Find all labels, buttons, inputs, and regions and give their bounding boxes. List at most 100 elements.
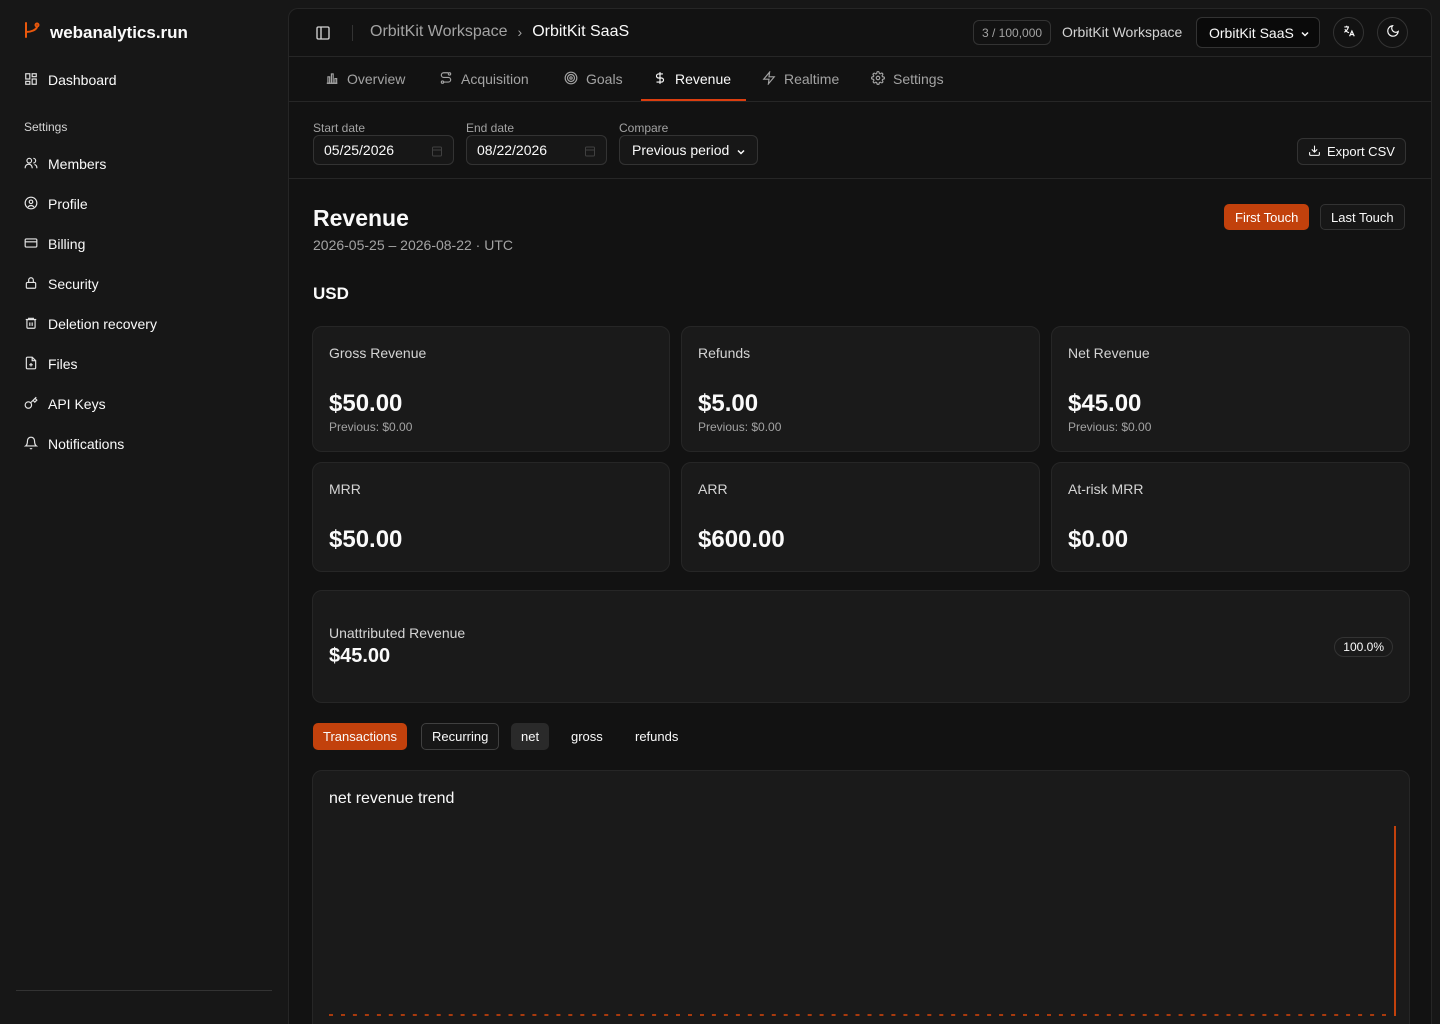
start-date-input[interactable]: 05/25/2026 [313, 135, 454, 165]
metric-previous: Previous: $0.00 [698, 420, 782, 434]
sidebar-item-billing[interactable]: Billing [24, 234, 85, 254]
chart-bar [1370, 1014, 1375, 1016]
tab-overview[interactable]: Overview [325, 57, 405, 101]
sidebar-toggle-button[interactable] [315, 25, 331, 41]
chart-bar [903, 1014, 908, 1016]
project-select[interactable]: OrbitKit SaaS [1196, 17, 1320, 48]
tab-revenue[interactable]: Revenue [653, 57, 731, 101]
lock-icon [24, 276, 38, 293]
sidebar-item-members[interactable]: Members [24, 154, 106, 174]
chart-bar [592, 1014, 597, 1016]
chart-bar [388, 1014, 393, 1016]
metric-previous: Previous: $0.00 [1068, 420, 1152, 434]
chart-bar [1346, 1014, 1351, 1016]
chart-bar [915, 1014, 920, 1016]
sidebar-item-api-keys[interactable]: API Keys [24, 394, 106, 414]
recurring-toggle[interactable]: Recurring [421, 723, 500, 750]
route-icon [439, 71, 453, 88]
chart-bar [771, 1014, 776, 1016]
sidebar-item-label: Dashboard [48, 72, 117, 88]
metric-value: $50.00 [329, 526, 403, 553]
sidebar-item-deletion-recovery[interactable]: Deletion recovery [24, 314, 157, 334]
bar-chart-icon [325, 71, 339, 88]
language-button[interactable] [1333, 17, 1364, 48]
sidebar: webanalytics.run Dashboard Settings Memb… [0, 0, 288, 1024]
chart-bar [819, 1014, 824, 1016]
chart-bar [424, 1014, 429, 1016]
filter-bar [289, 102, 1431, 179]
metric-value: $600.00 [698, 526, 785, 553]
tab-bar: Overview Acquisition Goals Revenue Realt… [289, 57, 1431, 102]
chart-bar [963, 1014, 968, 1016]
tab-label: Settings [893, 71, 944, 87]
tab-acquisition[interactable]: Acquisition [439, 57, 529, 101]
sidebar-item-files[interactable]: Files [24, 354, 78, 374]
chevron-down-icon [1299, 27, 1311, 39]
tab-label: Acquisition [461, 71, 529, 87]
chart-bar [1058, 1014, 1063, 1016]
unattributed-percent-badge: 100.0% [1334, 637, 1393, 657]
tab-goals[interactable]: Goals [564, 57, 623, 101]
target-icon [564, 71, 578, 88]
chart-bar [1286, 1014, 1291, 1016]
usage-badge: 3 / 100,000 [973, 20, 1052, 45]
export-csv-button[interactable]: Export CSV [1297, 138, 1406, 165]
chart-bar [580, 1014, 585, 1016]
end-date-input[interactable]: 08/22/2026 [466, 135, 607, 165]
metric-card-arr: ARR $600.00 [681, 462, 1040, 572]
chart-bar [867, 1014, 872, 1016]
sidebar-item-label: Files [48, 356, 78, 372]
first-touch-button[interactable]: First Touch [1224, 204, 1310, 230]
theme-toggle-button[interactable] [1377, 17, 1408, 48]
net-revenue-trend-chart [329, 826, 1396, 1016]
sidebar-item-notifications[interactable]: Notifications [23, 434, 124, 454]
metric-card-refunds: Refunds $5.00 Previous: $0.00 [681, 326, 1040, 452]
calendar-icon [584, 144, 596, 157]
chart-bar [640, 1014, 645, 1016]
compare-select-value: Previous period [632, 142, 730, 158]
chart-bar [376, 1014, 381, 1016]
sidebar-item-security[interactable]: Security [24, 274, 99, 294]
chart-bar [1250, 1014, 1255, 1016]
sidebar-item-dashboard[interactable]: Dashboard [24, 70, 117, 90]
compare-select[interactable]: Previous period [619, 135, 758, 165]
net-metric-toggle[interactable]: net [511, 723, 550, 750]
export-csv-label: Export CSV [1327, 144, 1395, 159]
tab-realtime[interactable]: Realtime [762, 57, 839, 101]
breadcrumb-workspace[interactable]: OrbitKit Workspace [370, 23, 508, 41]
chart-bar [520, 1014, 525, 1016]
chart-bar [711, 1014, 716, 1016]
chart-bar [484, 1014, 489, 1016]
chart-bar [1358, 1014, 1363, 1016]
page-title: Revenue [313, 205, 409, 231]
chevron-down-icon [735, 145, 747, 157]
transactions-toggle[interactable]: Transactions [313, 723, 407, 750]
tab-settings[interactable]: Settings [871, 57, 944, 101]
tab-label: Overview [347, 71, 406, 87]
chart-bar [341, 1014, 345, 1016]
credit-card-icon [24, 236, 38, 253]
metric-value: $0.00 [1068, 526, 1129, 553]
brand[interactable]: webanalytics.run [22, 20, 188, 45]
metric-card-at-risk-mrr: At-risk MRR $0.00 [1051, 462, 1410, 572]
chart-bar [831, 1014, 836, 1016]
chart-bar [460, 1014, 465, 1016]
chevron-right-icon: › [517, 24, 523, 40]
chart-bar [412, 1014, 417, 1016]
chart-bar [795, 1014, 800, 1016]
chart-bar [1298, 1014, 1303, 1016]
users-icon [24, 156, 38, 173]
download-icon [1308, 144, 1321, 160]
last-touch-button[interactable]: Last Touch [1320, 204, 1405, 230]
moon-icon [1386, 24, 1400, 41]
sidebar-item-profile[interactable]: Profile [24, 194, 88, 214]
metric-value: $50.00 [329, 390, 403, 417]
chart-bar [676, 1014, 680, 1016]
refunds-metric-toggle[interactable]: refunds [625, 723, 688, 750]
chart-bar [987, 1014, 992, 1016]
active-tab-indicator [641, 99, 746, 101]
main-panel: OrbitKit Workspace › OrbitKit SaaS 3 / 1… [288, 8, 1432, 1024]
sidebar-divider [16, 990, 272, 991]
gross-metric-toggle[interactable]: gross [561, 723, 613, 750]
bell-icon [23, 436, 39, 453]
